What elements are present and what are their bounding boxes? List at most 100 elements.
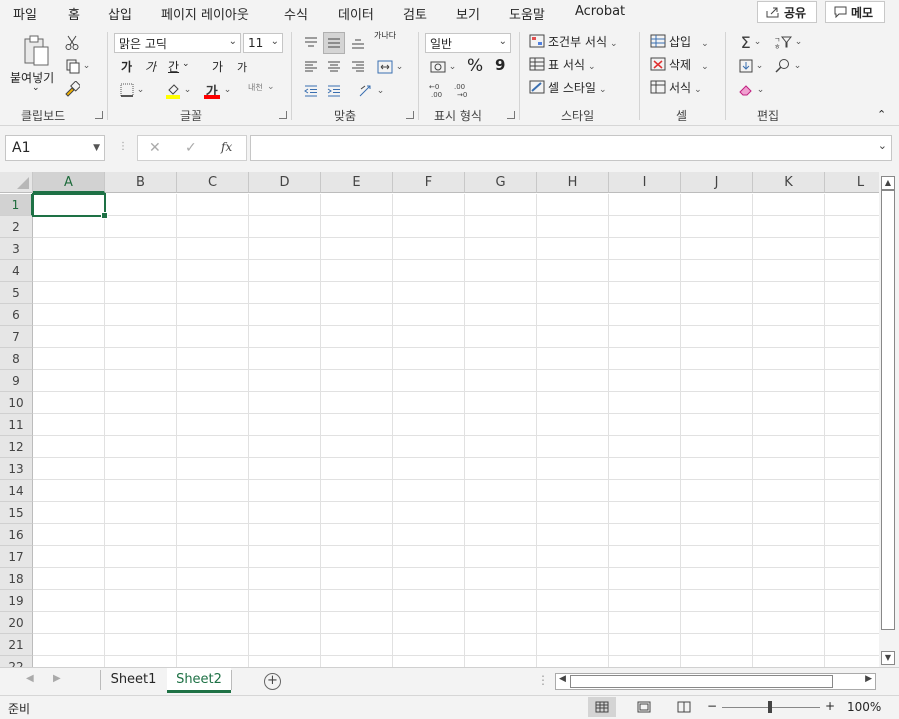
row-header-20[interactable]: 20 — [0, 612, 33, 634]
autosum-button[interactable]: Σ ⌄ — [735, 32, 767, 52]
conditional-formatting-button[interactable]: 조건부 서식 ⌄ — [548, 33, 618, 50]
number-launcher[interactable] — [507, 111, 515, 119]
scroll-left-icon[interactable]: ◀ — [559, 674, 566, 684]
column-header-c[interactable]: C — [177, 172, 249, 193]
split-handle-icon[interactable]: ⋮ — [537, 673, 549, 687]
bold-button[interactable]: 가 — [121, 58, 132, 75]
row-header-14[interactable]: 14 — [0, 480, 33, 502]
vertical-scrollbar[interactable]: ▲ ▼ — [879, 172, 899, 667]
next-sheet-icon[interactable]: ▶ — [53, 673, 61, 684]
tab-home[interactable]: 홈 — [67, 4, 81, 29]
row-header-7[interactable]: 7 — [0, 326, 33, 348]
delete-cells-button[interactable]: 삭제 ⌄ — [669, 56, 709, 73]
cell-styles-button[interactable]: 셀 스타일 ⌄ — [548, 79, 607, 96]
row-header-5[interactable]: 5 — [0, 282, 33, 304]
font-color-button[interactable]: 가 ⌄ — [200, 80, 234, 100]
tab-review[interactable]: 검토 — [403, 4, 427, 23]
column-header-e[interactable]: E — [321, 172, 393, 193]
format-as-table-button[interactable]: 표 서식 ⌄ — [548, 56, 595, 73]
row-header-4[interactable]: 4 — [0, 260, 33, 282]
normal-view-button[interactable] — [588, 697, 616, 717]
increase-decimal-icon[interactable]: ←0.00 — [427, 80, 449, 100]
row-header-11[interactable]: 11 — [0, 414, 33, 436]
scroll-down-icon[interactable]: ▼ — [881, 651, 895, 665]
font-size-select[interactable]: 11 ⌄ — [243, 33, 283, 53]
insert-cells-button[interactable]: 삽입 ⌄ — [669, 33, 709, 50]
align-right-icon[interactable] — [347, 56, 369, 78]
share-button[interactable]: 공유 — [757, 1, 817, 23]
column-header-d[interactable]: D — [249, 172, 321, 193]
align-left-icon[interactable] — [300, 56, 322, 78]
vertical-scroll-thumb[interactable] — [881, 190, 895, 630]
row-header-16[interactable]: 16 — [0, 524, 33, 546]
row-header-13[interactable]: 13 — [0, 458, 33, 480]
decrease-font-button[interactable]: 가 — [237, 59, 247, 75]
row-header-2[interactable]: 2 — [0, 216, 33, 238]
paste-chevron-icon[interactable]: ⌄ — [32, 83, 40, 93]
borders-button[interactable]: ⌄ — [116, 82, 148, 98]
formula-input[interactable]: ⌄ — [250, 135, 892, 161]
column-header-g[interactable]: G — [465, 172, 537, 193]
accounting-format-button[interactable]: ⌄ — [427, 57, 459, 77]
alignment-launcher[interactable] — [406, 111, 414, 119]
row-header-19[interactable]: 19 — [0, 590, 33, 612]
orientation-button[interactable]: ⌄ — [355, 80, 387, 102]
row-header-6[interactable]: 6 — [0, 304, 33, 326]
underline-chevron-icon[interactable]: ⌄ — [182, 59, 190, 69]
column-header-i[interactable]: I — [609, 172, 681, 193]
page-layout-view-button[interactable] — [630, 697, 658, 717]
column-header-a[interactable]: A — [33, 172, 105, 193]
name-box[interactable]: A1 ▼ — [5, 135, 105, 161]
tab-page-layout[interactable]: 페이지 레이아웃 — [161, 4, 249, 23]
enter-icon[interactable]: ✓ — [185, 140, 197, 156]
clear-button[interactable]: ⌄ — [735, 80, 767, 100]
tab-help[interactable]: 도움말 — [509, 4, 545, 23]
row-header-18[interactable]: 18 — [0, 568, 33, 590]
comma-style-button[interactable]: 9 — [495, 56, 505, 74]
row-header-1[interactable]: 1 — [0, 194, 33, 216]
italic-button[interactable]: 가 — [145, 58, 156, 75]
decrease-indent-icon[interactable] — [300, 80, 322, 102]
scroll-right-icon[interactable]: ▶ — [865, 674, 872, 684]
copy-icon[interactable]: ⌄ — [63, 57, 93, 75]
tab-file[interactable]: 파일 — [13, 4, 37, 23]
sheet-tab-sheet1[interactable]: Sheet1 — [101, 668, 166, 693]
add-sheet-icon[interactable]: + — [264, 673, 281, 690]
row-header-22[interactable]: 22 — [0, 656, 33, 667]
zoom-out-button[interactable]: − — [707, 699, 717, 713]
comments-button[interactable]: 메모 — [825, 1, 885, 23]
cancel-icon[interactable]: ✕ — [149, 140, 161, 156]
percent-style-button[interactable]: % — [467, 56, 483, 76]
font-launcher[interactable] — [279, 111, 287, 119]
tab-view[interactable]: 보기 — [456, 4, 480, 23]
prev-sheet-icon[interactable]: ◀ — [26, 673, 34, 684]
page-break-view-button[interactable] — [670, 697, 698, 717]
align-bottom-icon[interactable] — [347, 32, 369, 54]
align-top-icon[interactable] — [300, 32, 322, 54]
column-header-h[interactable]: H — [537, 172, 609, 193]
wrap-text-button[interactable]: 가나다 — [374, 32, 396, 40]
expand-formula-icon[interactable]: ⌄ — [878, 139, 887, 152]
find-select-button[interactable]: ⌄ — [772, 56, 804, 76]
worksheet-grid[interactable]: ABCDEFGHIJKL 1 2 3 4 5 6 7 8 9 10 11 12 13 14 15 16 17 18… — [0, 172, 879, 667]
align-middle-icon[interactable] — [323, 32, 345, 54]
tab-acrobat[interactable]: Acrobat — [575, 4, 625, 19]
cut-icon[interactable] — [63, 34, 81, 52]
underline-button[interactable]: 간 — [168, 58, 179, 75]
tab-formulas[interactable]: 수식 — [284, 4, 308, 23]
paste-icon[interactable] — [20, 34, 52, 68]
row-header-3[interactable]: 3 — [0, 238, 33, 260]
increase-indent-icon[interactable] — [323, 80, 345, 102]
column-header-b[interactable]: B — [105, 172, 177, 193]
active-cell[interactable] — [32, 193, 108, 219]
merge-center-button[interactable]: ⌄ — [373, 56, 407, 78]
column-header-k[interactable]: K — [753, 172, 825, 193]
font-name-select[interactable]: 맑은 고딕 ⌄ — [114, 33, 241, 53]
align-center-icon[interactable] — [323, 56, 345, 78]
drag-handle-icon[interactable]: ⋮ — [118, 141, 128, 152]
row-header-12[interactable]: 12 — [0, 436, 33, 458]
fill-button[interactable]: ⌄ — [735, 56, 767, 76]
format-cells-button[interactable]: 서식 ⌄ — [669, 79, 702, 96]
row-header-17[interactable]: 17 — [0, 546, 33, 568]
column-header-f[interactable]: F — [393, 172, 465, 193]
